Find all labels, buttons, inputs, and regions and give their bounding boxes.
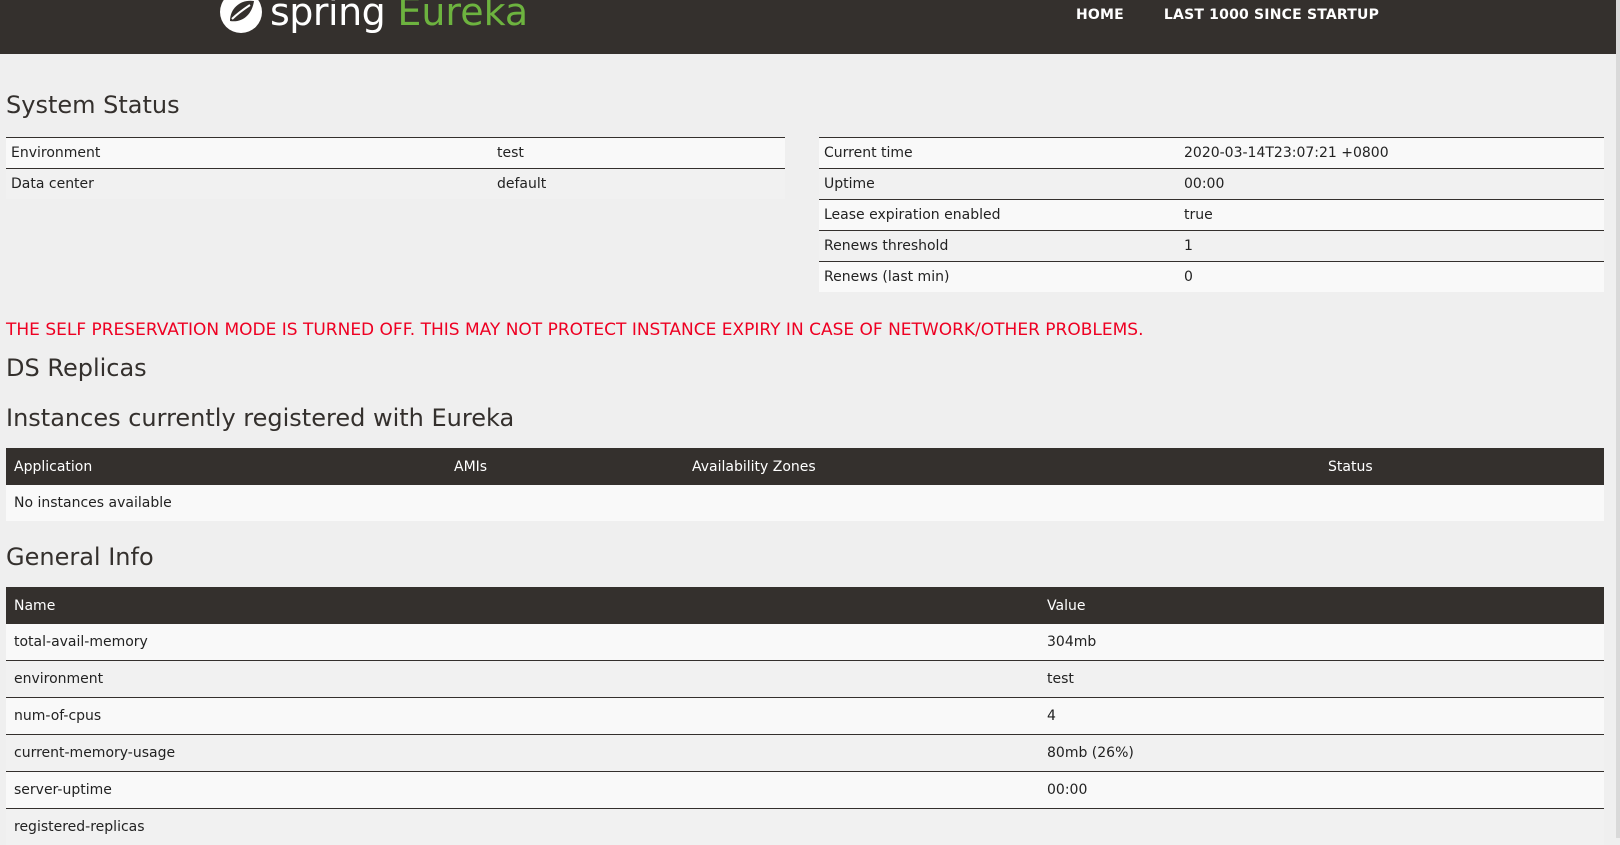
info-value: [1039, 809, 1604, 845]
table-row: current-memory-usage 80mb (26%): [6, 735, 1604, 772]
table-row: total-avail-memory 304mb: [6, 624, 1604, 661]
brand-eureka-text: Eureka: [397, 0, 528, 34]
table-row: num-of-cpus 4: [6, 698, 1604, 735]
nav-links: HOME LAST 1000 SINCE STARTUP: [1076, 7, 1379, 23]
info-value: 4: [1039, 698, 1604, 735]
nav-link-last-1000[interactable]: LAST 1000 SINCE STARTUP: [1164, 7, 1379, 23]
general-info-title: General Info: [6, 543, 154, 571]
brand-spring-text: spring: [270, 0, 385, 34]
self-preservation-warning: THE SELF PRESERVATION MODE IS TURNED OFF…: [6, 320, 1143, 340]
instances-title: Instances currently registered with Eure…: [6, 404, 514, 432]
ds-replicas-title: DS Replicas: [6, 354, 147, 382]
info-name: environment: [6, 661, 1039, 698]
column-header-name: Name: [6, 587, 1039, 624]
status-key: Uptime: [819, 169, 1179, 200]
general-info-table: Name Value total-avail-memory 304mb envi…: [6, 587, 1604, 845]
spring-leaf-icon: [218, 0, 264, 35]
system-status-title: System Status: [6, 91, 180, 119]
status-value: test: [492, 138, 785, 169]
nav-link-home[interactable]: HOME: [1076, 7, 1124, 23]
status-key: Data center: [6, 169, 492, 200]
table-row: Renews (last min) 0: [819, 262, 1604, 293]
info-name: num-of-cpus: [6, 698, 1039, 735]
table-row: Environment test: [6, 138, 785, 169]
info-value: test: [1039, 661, 1604, 698]
status-value: 0: [1179, 262, 1604, 293]
table-row: No instances available: [6, 485, 1604, 521]
table-header-row: Application AMIs Availability Zones Stat…: [6, 448, 1604, 485]
table-header-row: Name Value: [6, 587, 1604, 624]
column-header-status: Status: [1320, 448, 1604, 485]
info-name: server-uptime: [6, 772, 1039, 809]
info-value: 80mb (26%): [1039, 735, 1604, 772]
table-row: Data center default: [6, 169, 785, 200]
no-instances-text: No instances available: [6, 485, 1604, 521]
status-key: Environment: [6, 138, 492, 169]
info-name: registered-replicas: [6, 809, 1039, 845]
table-row: registered-replicas: [6, 809, 1604, 845]
system-status-left-table: Environment test Data center default: [6, 137, 785, 199]
status-value: default: [492, 169, 785, 200]
column-header-amis: AMIs: [446, 448, 684, 485]
table-row: server-uptime 00:00: [6, 772, 1604, 809]
status-value: 2020-03-14T23:07:21 +0800: [1179, 138, 1604, 169]
table-row: Uptime 00:00: [819, 169, 1604, 200]
info-name: total-avail-memory: [6, 624, 1039, 661]
table-row: environment test: [6, 661, 1604, 698]
info-value: 304mb: [1039, 624, 1604, 661]
info-name: current-memory-usage: [6, 735, 1039, 772]
table-row: Renews threshold 1: [819, 231, 1604, 262]
instances-table: Application AMIs Availability Zones Stat…: [6, 448, 1604, 521]
status-value: true: [1179, 200, 1604, 231]
column-header-application: Application: [6, 448, 446, 485]
top-navbar: spring Eureka HOME LAST 1000 SINCE START…: [0, 0, 1616, 54]
info-value: 00:00: [1039, 772, 1604, 809]
column-header-availability-zones: Availability Zones: [684, 448, 1320, 485]
system-status-right-table: Current time 2020-03-14T23:07:21 +0800 U…: [819, 137, 1604, 292]
vertical-scrollbar[interactable]: [1616, 0, 1620, 838]
table-row: Current time 2020-03-14T23:07:21 +0800: [819, 138, 1604, 169]
status-key: Renews (last min): [819, 262, 1179, 293]
status-key: Renews threshold: [819, 231, 1179, 262]
status-key: Lease expiration enabled: [819, 200, 1179, 231]
brand-logo[interactable]: spring Eureka: [218, 0, 528, 36]
table-row: Lease expiration enabled true: [819, 200, 1604, 231]
column-header-value: Value: [1039, 587, 1604, 624]
status-value: 00:00: [1179, 169, 1604, 200]
status-value: 1: [1179, 231, 1604, 262]
status-key: Current time: [819, 138, 1179, 169]
